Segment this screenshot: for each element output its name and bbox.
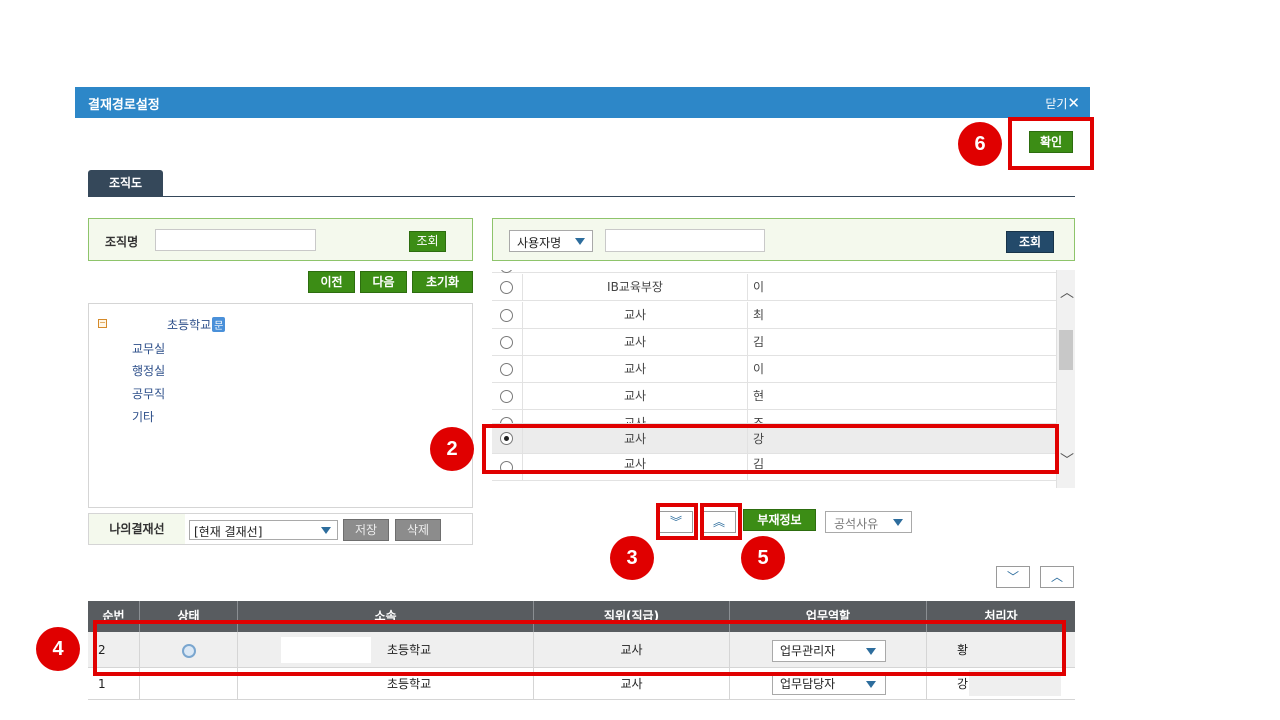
list-item[interactable]: IB교육부장 이: [492, 274, 1056, 301]
close-icon: ✕: [1067, 94, 1080, 112]
user-name: 조: [747, 410, 867, 423]
highlight-table-row: [93, 620, 1066, 676]
step-badge-6: 6: [958, 122, 1002, 166]
scroll-down-icon[interactable]: ﹀: [1060, 450, 1074, 470]
org-search-panel: 조직명 조회: [88, 218, 473, 261]
highlight-add-button: [656, 503, 698, 540]
user-position: IB교육부장: [522, 274, 747, 301]
user-position: 교사: [522, 329, 747, 356]
user-name: 김: [747, 329, 867, 356]
tree-root-label: 초등학교: [167, 318, 212, 332]
step-badge-3: 3: [610, 536, 654, 580]
org-search-input[interactable]: [155, 229, 316, 251]
tree-item-2[interactable]: 행정실: [132, 362, 165, 379]
list-item[interactable]: 교사 조: [492, 410, 1056, 424]
user-radio[interactable]: [500, 363, 513, 376]
chevron-down-icon: [575, 238, 585, 245]
user-search-type-select[interactable]: 사용자명: [509, 230, 593, 252]
delete-line-button[interactable]: 삭제: [395, 519, 441, 541]
save-line-button[interactable]: 저장: [343, 519, 389, 541]
close-button[interactable]: 닫기✕: [1045, 94, 1080, 112]
chevron-up-icon: ︿: [1050, 570, 1063, 584]
highlight-remove-button: [700, 503, 742, 540]
scroll-thumb[interactable]: [1059, 330, 1073, 370]
user-search-type-label: 사용자명: [517, 236, 562, 250]
tree-item-4[interactable]: 기타: [132, 408, 154, 425]
highlight-confirm: [1008, 117, 1094, 170]
radio-partial: [500, 270, 513, 273]
user-radio[interactable]: [500, 336, 513, 349]
chevron-down-icon: [893, 519, 903, 526]
chevron-down-icon: ﹀: [1006, 570, 1019, 584]
tab-org-chart[interactable]: 조직도: [88, 170, 163, 197]
tree-item-1[interactable]: 교무실: [132, 340, 165, 357]
list-item[interactable]: 교사 이: [492, 356, 1056, 383]
user-radio[interactable]: [500, 390, 513, 403]
user-position: 교사: [522, 410, 747, 423]
absence-info-button[interactable]: 부재정보: [743, 509, 816, 531]
public-reason-select[interactable]: 공석사유: [825, 511, 912, 533]
user-name: 이: [747, 274, 867, 301]
close-label: 닫기: [1045, 97, 1068, 111]
org-search-button[interactable]: 조회: [409, 231, 446, 252]
org-search-label: 조직명: [105, 235, 139, 249]
step-badge-2: 2: [430, 427, 474, 471]
chevron-down-icon: [866, 681, 876, 688]
user-position: 교사: [522, 383, 747, 410]
user-search-panel: 사용자명 조회: [492, 218, 1075, 261]
list-item: [492, 270, 1056, 273]
my-approval-line-panel: 나의결재선 [현재 결재선] 저장 삭제: [88, 513, 473, 545]
tree-root-item[interactable]: 초등학교 문: [167, 316, 226, 333]
user-radio[interactable]: [500, 281, 513, 294]
dialog-title: 결재경로설정: [88, 98, 160, 113]
user-position: 교사: [522, 302, 747, 329]
user-radio[interactable]: [500, 309, 513, 322]
document-icon: 문: [212, 317, 226, 332]
tab-divider: [88, 196, 1075, 197]
user-radio[interactable]: [500, 417, 513, 423]
public-reason-label: 공석사유: [834, 517, 879, 531]
user-search-input[interactable]: [605, 229, 765, 252]
user-position: 교사: [522, 356, 747, 383]
org-tree: − 초등학교 문 교무실 행정실 공무직 기타: [88, 303, 473, 508]
step-badge-4: 4: [36, 627, 80, 671]
step-badge-5: 5: [741, 536, 785, 580]
tree-prev-button[interactable]: 이전: [308, 271, 355, 293]
move-up-button[interactable]: ︿: [1040, 566, 1074, 588]
tree-reset-button[interactable]: 초기화: [412, 271, 473, 293]
move-down-button[interactable]: ﹀: [996, 566, 1030, 588]
user-search-button[interactable]: 조회: [1006, 231, 1054, 253]
tree-item-3[interactable]: 공무직: [132, 385, 165, 402]
user-name: 현: [747, 383, 867, 410]
scroll-up-icon[interactable]: ︿: [1060, 282, 1074, 302]
my-line-select[interactable]: [현재 결재선]: [189, 520, 338, 540]
highlight-selected-user: [482, 424, 1059, 474]
list-item[interactable]: 교사 현: [492, 383, 1056, 410]
tree-next-button[interactable]: 다음: [360, 271, 407, 293]
role-select[interactable]: 업무담당자: [772, 673, 886, 695]
list-item[interactable]: 교사 최: [492, 302, 1056, 329]
user-name: 최: [747, 302, 867, 329]
my-line-label: 나의결재선: [89, 514, 185, 544]
collapse-icon[interactable]: −: [98, 319, 107, 328]
dialog-titlebar: 결재경로설정 닫기✕: [75, 87, 1090, 118]
my-line-selected: [현재 결재선]: [194, 525, 263, 539]
list-item[interactable]: 교사 김: [492, 329, 1056, 356]
user-name: 이: [747, 356, 867, 383]
chevron-down-icon: [321, 527, 331, 534]
